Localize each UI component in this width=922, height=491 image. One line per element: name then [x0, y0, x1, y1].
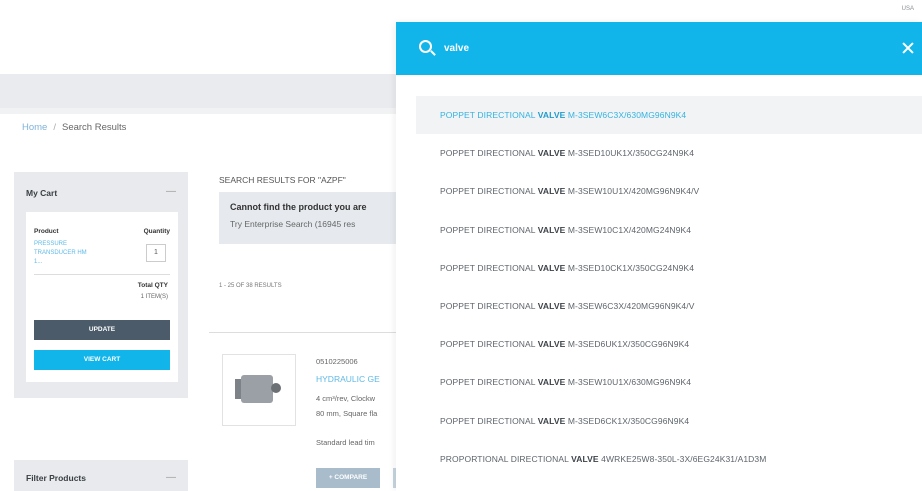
- filter-products-panel[interactable]: Filter Products —: [14, 460, 188, 491]
- suggestion-suffix: M-3SED6UK1X/350CG96N9K4: [565, 339, 690, 350]
- search-bar: [396, 22, 922, 75]
- my-cart-title: My Cart: [26, 188, 58, 198]
- suggestion-match: VALVE: [537, 300, 566, 311]
- suggestion-suffix: 4WRKE25W8-350L-3X/6EG24K31/A1D3M: [598, 453, 767, 464]
- product-description: 80 mm, Square fla: [316, 409, 378, 418]
- minus-icon[interactable]: —: [166, 186, 176, 197]
- suggestion-match: VALVE: [537, 186, 566, 197]
- cart-total-value: 1 ITEM(S): [140, 294, 168, 300]
- search-suggestion-item[interactable]: POPPET DIRECTIONAL VALVE M-3SEW6C3X/630M…: [416, 96, 922, 135]
- search-suggestion-item[interactable]: POPPET DIRECTIONAL VALVE M-3SEW10C1X/420…: [416, 211, 922, 249]
- suggestion-suffix: M-3SED10UK1X/350CG24N9K4: [565, 148, 695, 159]
- suggestion-match: VALVE: [537, 224, 566, 235]
- cart-body: Product Quantity PRESSURE TRANSDUCER HM …: [26, 212, 178, 382]
- pump-body-shape: [241, 375, 273, 403]
- product-lead-time: Standard lead tim: [316, 438, 375, 447]
- update-cart-button[interactable]: UPDATE: [34, 320, 170, 340]
- cart-product-link[interactable]: PRESSURE TRANSDUCER HM 1...: [34, 240, 96, 267]
- suggestion-match: VALVE: [537, 110, 566, 120]
- suggestion-match: VALVE: [571, 453, 599, 464]
- suggestion-match: VALVE: [537, 148, 566, 159]
- no-product-notice: Cannot find the product you are Try Ente…: [219, 192, 409, 244]
- suggestion-prefix: POPPET DIRECTIONAL: [440, 377, 538, 388]
- breadcrumb-current: Search Results: [61, 122, 127, 133]
- suggestion-match: VALVE: [537, 377, 566, 388]
- cart-total-label: Total QTY: [137, 282, 168, 289]
- search-results-heading: SEARCH RESULTS FOR "AZPF": [219, 175, 346, 185]
- suggestion-prefix: POPPET DIRECTIONAL: [440, 224, 538, 235]
- product-name-link[interactable]: HYDRAULIC GE: [316, 374, 380, 384]
- suggestion-prefix: POPPET DIRECTIONAL: [440, 148, 538, 159]
- result-count: 1 - 25 OF 38 RESULTS: [219, 283, 282, 289]
- my-cart-panel: My Cart — Product Quantity PRESSURE TRAN…: [14, 172, 188, 398]
- search-suggestion-item[interactable]: POPPET DIRECTIONAL VALVE M-3SED6CK1X/350…: [416, 402, 922, 440]
- search-input[interactable]: [444, 38, 864, 58]
- suggestion-prefix: PROPORTIONAL DIRECTIONAL: [440, 453, 572, 464]
- suggestion-prefix: POPPET DIRECTIONAL: [440, 300, 538, 311]
- suggestion-suffix: M-3SEW10U1X/630MG96N9K4: [565, 377, 692, 388]
- pump-shaft-shape: [271, 383, 281, 393]
- suggestion-match: VALVE: [537, 339, 566, 350]
- suggestion-suffix: M-3SEW6C3X/420MG96N9K4/V: [565, 300, 695, 311]
- compare-button[interactable]: + COMPARE: [316, 468, 380, 488]
- breadcrumb: Home / Search Results: [22, 122, 126, 133]
- breadcrumb-home-link[interactable]: Home: [22, 122, 47, 133]
- search-icon: [419, 40, 432, 53]
- minus-icon[interactable]: —: [166, 472, 176, 483]
- suggestion-suffix: M-3SEW10U1X/420MG96N9K4/V: [565, 186, 700, 197]
- suggestion-prefix: POPPET DIRECTIONAL: [440, 186, 538, 197]
- search-suggestion-item[interactable]: POPPET DIRECTIONAL VALVE M-3SED10CK1X/35…: [416, 249, 922, 287]
- suggestion-prefix: POPPET DIRECTIONAL: [440, 262, 538, 273]
- results-divider: [209, 332, 409, 333]
- search-suggestion-item[interactable]: POPPET DIRECTIONAL VALVE M-3SEW6C3X/420M…: [416, 287, 922, 325]
- enterprise-search-link[interactable]: Try Enterprise Search (16945 res: [230, 219, 355, 229]
- search-suggestion-item[interactable]: POPPET DIRECTIONAL VALVE M-3SED6UK1X/350…: [416, 325, 922, 363]
- notice-title: Cannot find the product you are: [230, 202, 367, 212]
- suggestion-match: VALVE: [537, 415, 566, 426]
- search-suggestion-item[interactable]: PROPORTIONAL DIRECTIONAL VALVE 4WRKE25W8…: [416, 440, 922, 478]
- close-icon[interactable]: [898, 38, 918, 58]
- suggestion-suffix: M-3SED10CK1X/350CG24N9K4: [565, 262, 695, 273]
- search-suggestions-list: POPPET DIRECTIONAL VALVE M-3SEW6C3X/630M…: [416, 96, 922, 478]
- region-selector[interactable]: USA: [902, 6, 914, 12]
- view-cart-button[interactable]: VIEW CART: [34, 350, 170, 370]
- suggestion-prefix: POPPET DIRECTIONAL: [440, 415, 538, 426]
- breadcrumb-separator: /: [53, 122, 56, 133]
- suggestion-prefix: POPPET DIRECTIONAL: [440, 110, 538, 120]
- suggestion-suffix: M-3SED6CK1X/350CG96N9K4: [565, 415, 690, 426]
- suggestion-suffix: M-3SEW10C1X/420MG24N9K4: [565, 224, 692, 235]
- suggestion-prefix: POPPET DIRECTIONAL: [440, 339, 538, 350]
- cart-divider: [34, 274, 170, 275]
- cart-quantity-input[interactable]: 1: [146, 244, 166, 262]
- product-description: 4 cm³/rev, Clockw: [316, 394, 376, 403]
- suggestion-match: VALVE: [537, 262, 566, 273]
- product-image[interactable]: [222, 354, 296, 426]
- search-overlay: POPPET DIRECTIONAL VALVE M-3SEW6C3X/630M…: [396, 22, 922, 491]
- search-suggestion-item[interactable]: POPPET DIRECTIONAL VALVE M-3SEW10U1X/420…: [416, 172, 922, 210]
- cart-product-header: Product: [34, 228, 59, 235]
- search-suggestion-item[interactable]: POPPET DIRECTIONAL VALVE M-3SED10UK1X/35…: [416, 134, 922, 172]
- search-suggestion-item[interactable]: POPPET DIRECTIONAL VALVE M-3SEW10U1X/630…: [416, 363, 922, 401]
- cart-quantity-header: Quantity: [143, 228, 170, 235]
- product-sku: 0510225006: [316, 357, 358, 366]
- suggestion-suffix: M-3SEW6C3X/630MG96N9K4: [565, 110, 687, 120]
- page: USA Home / Search Results My Cart — Produc…: [0, 0, 922, 491]
- filter-products-title: Filter Products: [26, 473, 86, 483]
